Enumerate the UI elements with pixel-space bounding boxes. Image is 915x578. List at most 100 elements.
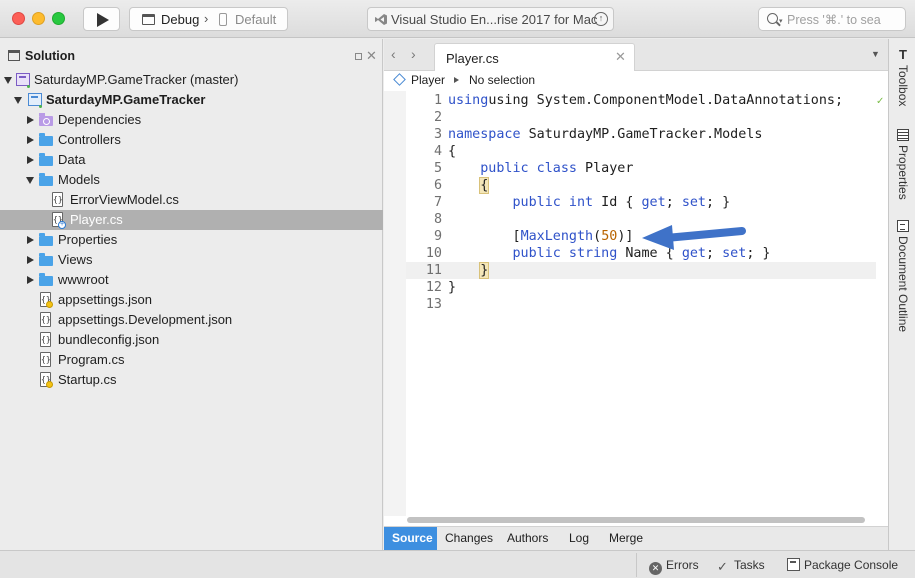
code-text: { — [448, 144, 457, 159]
tree-item-controllers[interactable]: Controllers — [0, 130, 383, 150]
tab-close-icon[interactable]: ✕ — [615, 49, 626, 65]
window-close-button[interactable] — [12, 12, 25, 25]
tree-item-dependencies[interactable]: Dependencies — [0, 110, 383, 130]
json-file-icon: {} — [40, 312, 51, 327]
code-token: ; — [665, 195, 682, 210]
code-text: public int Id { get; set; } — [448, 194, 731, 211]
solution-pad-header: Solution ✕ — [0, 39, 383, 72]
play-icon — [97, 13, 109, 27]
dock-document-outline[interactable]: Document Outline — [893, 220, 913, 340]
tree-item-appsettings[interactable]: {} appsettings.json — [0, 290, 383, 310]
bracket-highlight: { — [479, 177, 490, 194]
pad-close-icon[interactable]: ✕ — [366, 48, 377, 64]
line-number: 13 — [425, 297, 442, 312]
tree-item-program[interactable]: {} Program.cs — [0, 350, 383, 370]
tree-item-label: Data — [58, 152, 86, 167]
line-number: 5 — [433, 161, 442, 176]
expand-arrow-icon[interactable] — [27, 276, 34, 284]
code-text: namespace SaturdayMP.GameTracker.Models — [448, 126, 762, 143]
expand-arrow-icon[interactable] — [27, 256, 34, 264]
line-number: 10 — [425, 246, 442, 261]
expand-arrow-icon[interactable] — [27, 236, 34, 244]
window-maximize-button[interactable] — [52, 12, 65, 25]
line-number: 6 — [433, 178, 442, 193]
document-outline-icon — [897, 220, 909, 232]
tree-item-properties[interactable]: Properties — [0, 230, 383, 250]
tree-item-label: SaturdayMP.GameTracker — [46, 92, 206, 107]
tree-item-label: Models — [58, 172, 100, 187]
expand-arrow-icon[interactable] — [14, 97, 22, 104]
code-line: 2 — [406, 109, 876, 126]
tree-item-appsettings-development[interactable]: {} appsettings.Development.json — [0, 310, 383, 330]
code-token: Player — [577, 161, 634, 176]
tab-changes[interactable]: Changes — [437, 527, 501, 551]
code-keyword: namespace — [448, 127, 521, 142]
run-button[interactable] — [83, 7, 120, 31]
path-bar: Player No selection — [384, 71, 888, 91]
search-box[interactable]: ▾ — [758, 7, 906, 31]
tasks-button[interactable]: ✓ Tasks — [717, 558, 765, 573]
code-line: 3 namespace SaturdayMP.GameTracker.Models — [406, 126, 876, 143]
tree-item-wwwroot[interactable]: wwwroot — [0, 270, 383, 290]
tab-authors[interactable]: Authors — [499, 527, 556, 551]
tree-item-data[interactable]: Data — [0, 150, 383, 170]
dock-toolbox[interactable]: T Toolbox — [893, 47, 913, 129]
errors-button[interactable]: ✕ Errors — [649, 558, 699, 575]
chevron-right-icon: › — [204, 11, 209, 26]
expand-arrow-icon[interactable] — [27, 116, 34, 124]
code-token: Id { — [593, 195, 642, 210]
expand-arrow-icon[interactable] — [26, 177, 34, 184]
checkmark-icon: ✓ — [876, 96, 885, 107]
tree-item-solution[interactable]: SaturdayMP.GameTracker (master) — [0, 70, 383, 90]
path-class[interactable]: Player — [411, 73, 445, 87]
folder-icon — [39, 173, 53, 186]
configuration-label: Debug — [161, 12, 200, 27]
visual-studio-icon — [375, 14, 387, 25]
editor-gutter — [384, 91, 406, 516]
dock-label: Toolbox — [896, 65, 910, 107]
document-tab-player[interactable]: Player.cs ✕ — [434, 43, 635, 71]
expand-arrow-icon[interactable] — [27, 156, 34, 164]
line-number: 4 — [433, 144, 442, 159]
tree-item-errorviewmodel[interactable]: {} ErrorViewModel.cs — [0, 190, 383, 210]
window-icon — [142, 14, 155, 25]
expand-arrow-icon[interactable] — [4, 77, 12, 84]
search-input[interactable] — [787, 11, 905, 28]
folder-icon — [39, 153, 53, 166]
tree-item-player[interactable]: {} + Player.cs — [0, 210, 383, 230]
toolbox-icon: T — [899, 47, 907, 62]
pad-minimize-icon[interactable] — [355, 53, 362, 60]
code-line-current: 11 } — [406, 262, 876, 279]
dock-properties[interactable]: Properties — [893, 129, 913, 219]
navigate-forward-icon[interactable]: › — [411, 46, 416, 62]
tree-item-views[interactable]: Views — [0, 250, 383, 270]
horizontal-scrollbar[interactable] — [407, 517, 865, 523]
expand-arrow-icon[interactable] — [27, 136, 34, 144]
json-file-icon: {} — [40, 332, 51, 347]
tree-item-startup[interactable]: {} Startup.cs — [0, 370, 383, 390]
status-display: Visual Studio En...rise 2017 for Mac ↑ — [367, 7, 614, 31]
path-member[interactable]: No selection — [469, 73, 535, 87]
tab-merge[interactable]: Merge — [601, 527, 651, 551]
tree-item-label: Startup.cs — [58, 372, 117, 387]
tab-list-dropdown-icon[interactable]: ▼ — [871, 49, 880, 59]
code-editor[interactable]: 1 usingusing System.ComponentModel.DataAn… — [406, 92, 876, 313]
tree-item-label: wwwroot — [58, 272, 109, 287]
document-tab-strip: ‹ › Player.cs ✕ ▼ — [384, 39, 888, 71]
window-minimize-button[interactable] — [32, 12, 45, 25]
package-console-button[interactable]: Package Console — [787, 558, 898, 572]
tab-log[interactable]: Log — [561, 527, 597, 551]
navigate-back-icon[interactable]: ‹ — [391, 46, 396, 62]
code-text: } — [448, 280, 457, 295]
tree-item-project[interactable]: SaturdayMP.GameTracker — [0, 90, 383, 110]
tab-source[interactable]: Source — [384, 527, 437, 551]
document-tab-label: Player.cs — [446, 51, 499, 66]
update-arrow-icon[interactable]: ↑ — [594, 12, 608, 26]
tree-item-bundleconfig[interactable]: {} bundleconfig.json — [0, 330, 383, 350]
tree-item-models[interactable]: Models — [0, 170, 383, 190]
solution-pad: Solution ✕ SaturdayMP.GameTracker (maste… — [0, 39, 383, 550]
configuration-selector[interactable]: Debug › Default — [129, 7, 288, 31]
code-line: 1 usingusing System.ComponentModel.DataAn… — [406, 92, 876, 109]
tree-item-label: Player.cs — [70, 212, 123, 227]
code-text: usingusing System.ComponentModel.DataAnn… — [448, 93, 844, 108]
